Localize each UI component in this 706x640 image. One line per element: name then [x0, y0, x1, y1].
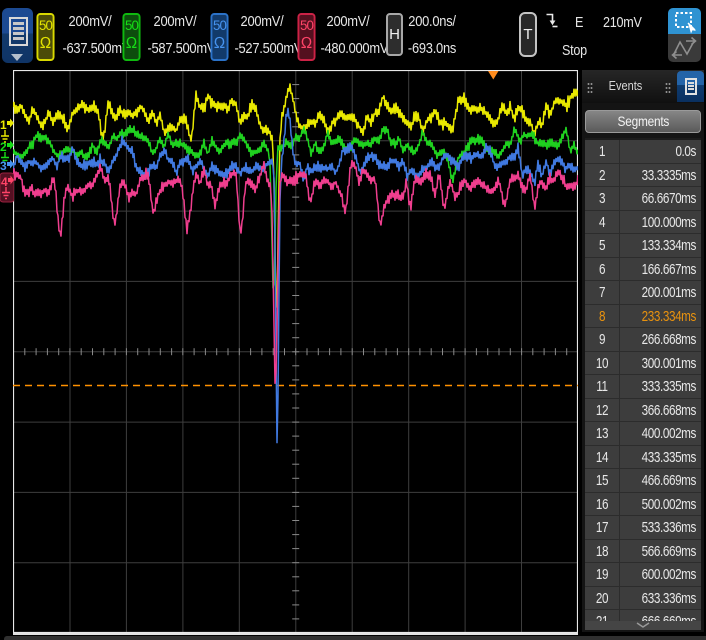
svg-text:4: 4: [1, 175, 8, 189]
svg-text:3: 3: [0, 159, 7, 173]
svg-text:2: 2: [0, 140, 7, 154]
svg-text:1: 1: [0, 118, 7, 132]
